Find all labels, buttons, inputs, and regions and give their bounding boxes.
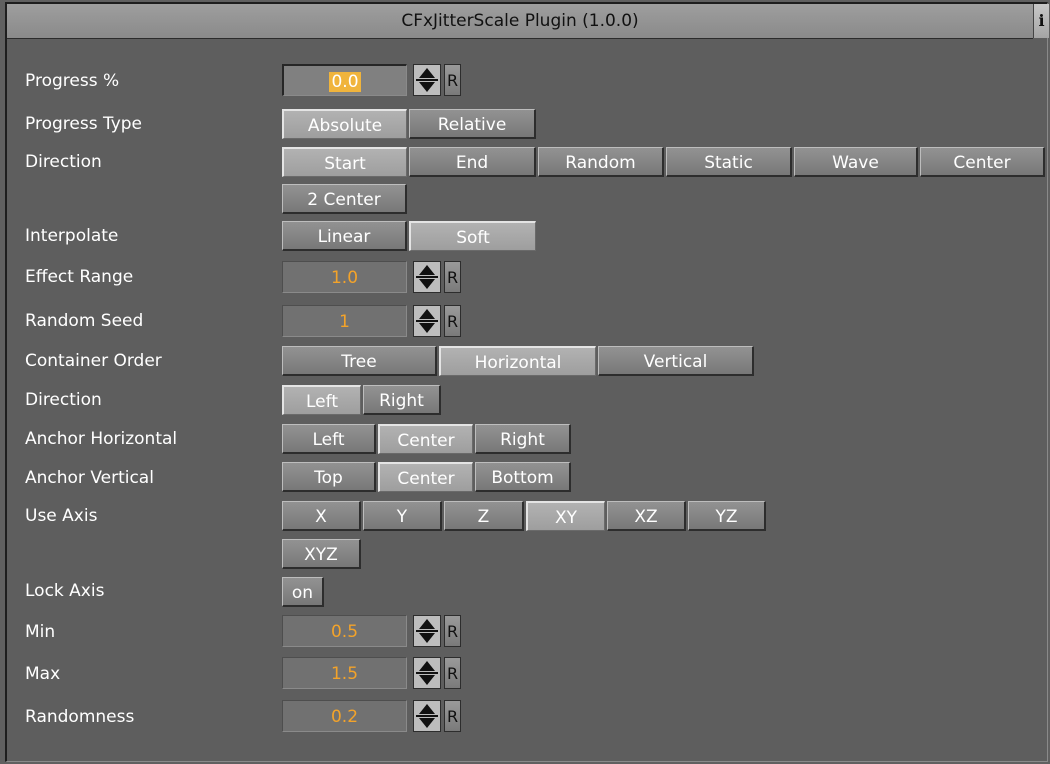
panel-title: CFxJitterScale Plugin (1.0.0) bbox=[7, 4, 1033, 39]
arrow-up-icon bbox=[419, 661, 435, 671]
anchor-horizontal-left-button[interactable]: Left bbox=[282, 424, 376, 454]
min-label: Min bbox=[25, 622, 56, 642]
arrow-up-icon bbox=[419, 68, 435, 78]
max-label: Max bbox=[25, 664, 61, 684]
use-axis-z-button[interactable]: Z bbox=[444, 501, 524, 531]
min-field[interactable]: 0.5 bbox=[282, 615, 407, 647]
use-axis-xy-button[interactable]: XY bbox=[526, 501, 605, 531]
effect-range-label: Effect Range bbox=[25, 267, 134, 287]
arrow-down-icon bbox=[419, 82, 435, 92]
interpolate-soft-button[interactable]: Soft bbox=[409, 221, 536, 251]
use-axis-x-button[interactable]: X bbox=[282, 501, 361, 531]
direction-label: Direction bbox=[25, 152, 102, 172]
progress-type-relative-button[interactable]: Relative bbox=[409, 109, 536, 139]
use-axis-yz-button[interactable]: YZ bbox=[688, 501, 766, 531]
random-seed-field[interactable]: 1 bbox=[282, 305, 407, 337]
max-reset-button[interactable]: R bbox=[444, 657, 461, 689]
divider bbox=[416, 630, 438, 632]
direction-wave-button[interactable]: Wave bbox=[794, 147, 918, 177]
randomness-spinner[interactable] bbox=[413, 700, 441, 732]
lock-axis-toggle[interactable]: on bbox=[282, 577, 324, 607]
progress-value: 0.0 bbox=[329, 72, 361, 92]
arrow-up-icon bbox=[419, 309, 435, 319]
arrow-up-icon bbox=[419, 265, 435, 275]
effect-range-reset-button[interactable]: R bbox=[444, 261, 461, 293]
direction-center-button[interactable]: Center bbox=[920, 147, 1045, 177]
randomness-field[interactable]: 0.2 bbox=[282, 700, 407, 732]
arrow-down-icon bbox=[419, 323, 435, 333]
use-axis-label: Use Axis bbox=[25, 506, 98, 526]
progress-type-label: Progress Type bbox=[25, 114, 142, 134]
anchor-vertical-label: Anchor Vertical bbox=[25, 468, 154, 488]
max-field[interactable]: 1.5 bbox=[282, 657, 407, 689]
anchor-horizontal-center-button[interactable]: Center bbox=[378, 424, 473, 454]
anchor-vertical-center-button[interactable]: Center bbox=[378, 462, 473, 492]
anchor-vertical-top-button[interactable]: Top bbox=[282, 462, 376, 492]
direction-right-button[interactable]: Right bbox=[363, 385, 441, 415]
anchor-horizontal-right-button[interactable]: Right bbox=[475, 424, 571, 454]
progress-type-absolute-button[interactable]: Absolute bbox=[282, 109, 407, 139]
arrow-down-icon bbox=[419, 675, 435, 685]
min-spinner[interactable] bbox=[413, 615, 441, 647]
direction2-label: Direction bbox=[25, 390, 102, 410]
divider bbox=[416, 79, 438, 81]
progress-spinner[interactable] bbox=[413, 64, 441, 96]
min-reset-button[interactable]: R bbox=[444, 615, 461, 647]
use-axis-xz-button[interactable]: XZ bbox=[607, 501, 686, 531]
direction-end-button[interactable]: End bbox=[409, 147, 536, 177]
randomness-reset-button[interactable]: R bbox=[444, 700, 461, 732]
divider bbox=[416, 320, 438, 322]
max-spinner[interactable] bbox=[413, 657, 441, 689]
interpolate-linear-button[interactable]: Linear bbox=[282, 221, 407, 251]
direction-random-button[interactable]: Random bbox=[538, 147, 664, 177]
random-seed-reset-button[interactable]: R bbox=[444, 305, 461, 337]
interpolate-label: Interpolate bbox=[25, 226, 119, 246]
arrow-up-icon bbox=[419, 619, 435, 629]
arrow-up-icon bbox=[419, 704, 435, 714]
effect-range-field[interactable]: 1.0 bbox=[282, 261, 407, 293]
direction-start-button[interactable]: Start bbox=[282, 147, 407, 177]
progress-field[interactable]: 0.0 bbox=[282, 64, 407, 96]
arrow-down-icon bbox=[419, 718, 435, 728]
container-order-tree-button[interactable]: Tree bbox=[282, 346, 437, 376]
divider bbox=[416, 715, 438, 717]
container-order-horizontal-button[interactable]: Horizontal bbox=[439, 346, 596, 376]
anchor-horizontal-label: Anchor Horizontal bbox=[25, 429, 178, 449]
random-seed-label: Random Seed bbox=[25, 311, 144, 331]
progress-label: Progress % bbox=[25, 71, 120, 91]
divider bbox=[416, 276, 438, 278]
randomness-label: Randomness bbox=[25, 707, 135, 727]
use-axis-y-button[interactable]: Y bbox=[363, 501, 442, 531]
direction-static-button[interactable]: Static bbox=[666, 147, 792, 177]
anchor-vertical-bottom-button[interactable]: Bottom bbox=[475, 462, 571, 492]
random-seed-spinner[interactable] bbox=[413, 305, 441, 337]
lock-axis-label: Lock Axis bbox=[25, 581, 105, 601]
direction-left-button[interactable]: Left bbox=[282, 385, 361, 415]
container-order-vertical-button[interactable]: Vertical bbox=[598, 346, 754, 376]
progress-reset-button[interactable]: R bbox=[444, 64, 461, 96]
container-order-label: Container Order bbox=[25, 351, 162, 371]
info-button[interactable]: i bbox=[1033, 4, 1049, 38]
arrow-down-icon bbox=[419, 279, 435, 289]
direction-2center-button[interactable]: 2 Center bbox=[282, 184, 407, 214]
divider bbox=[416, 672, 438, 674]
effect-range-spinner[interactable] bbox=[413, 261, 441, 293]
use-axis-xyz-button[interactable]: XYZ bbox=[282, 539, 361, 569]
arrow-down-icon bbox=[419, 633, 435, 643]
